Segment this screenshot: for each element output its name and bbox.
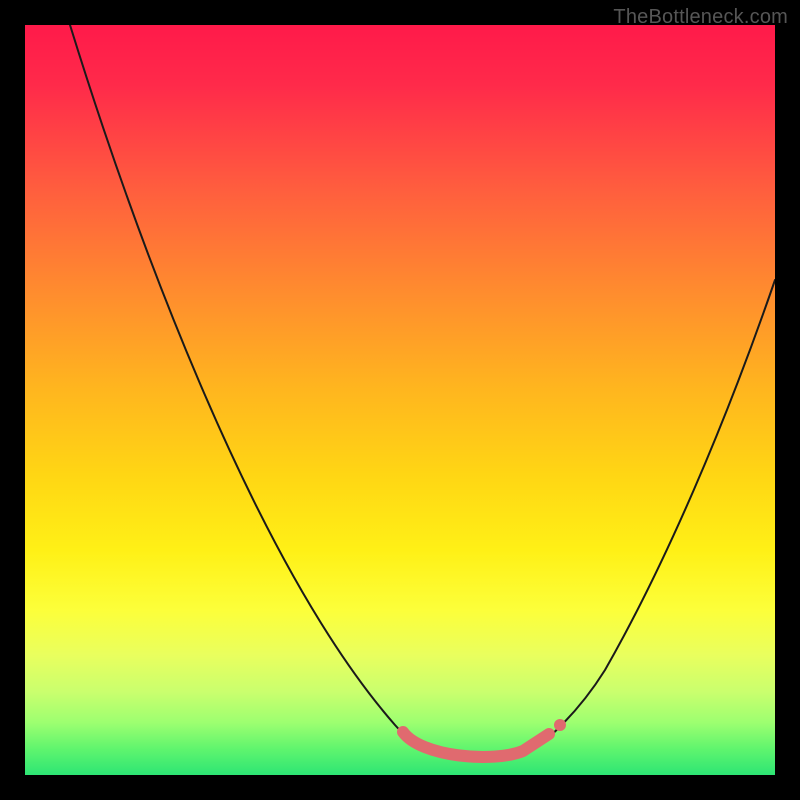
chart-root: TheBottleneck.com (0, 0, 800, 800)
marker-dot (554, 719, 566, 731)
main-curve-line (70, 25, 775, 759)
valley-highlight (403, 732, 549, 757)
plot-area (25, 25, 775, 775)
watermark-text: TheBottleneck.com (613, 6, 788, 29)
chart-svg (25, 25, 775, 775)
